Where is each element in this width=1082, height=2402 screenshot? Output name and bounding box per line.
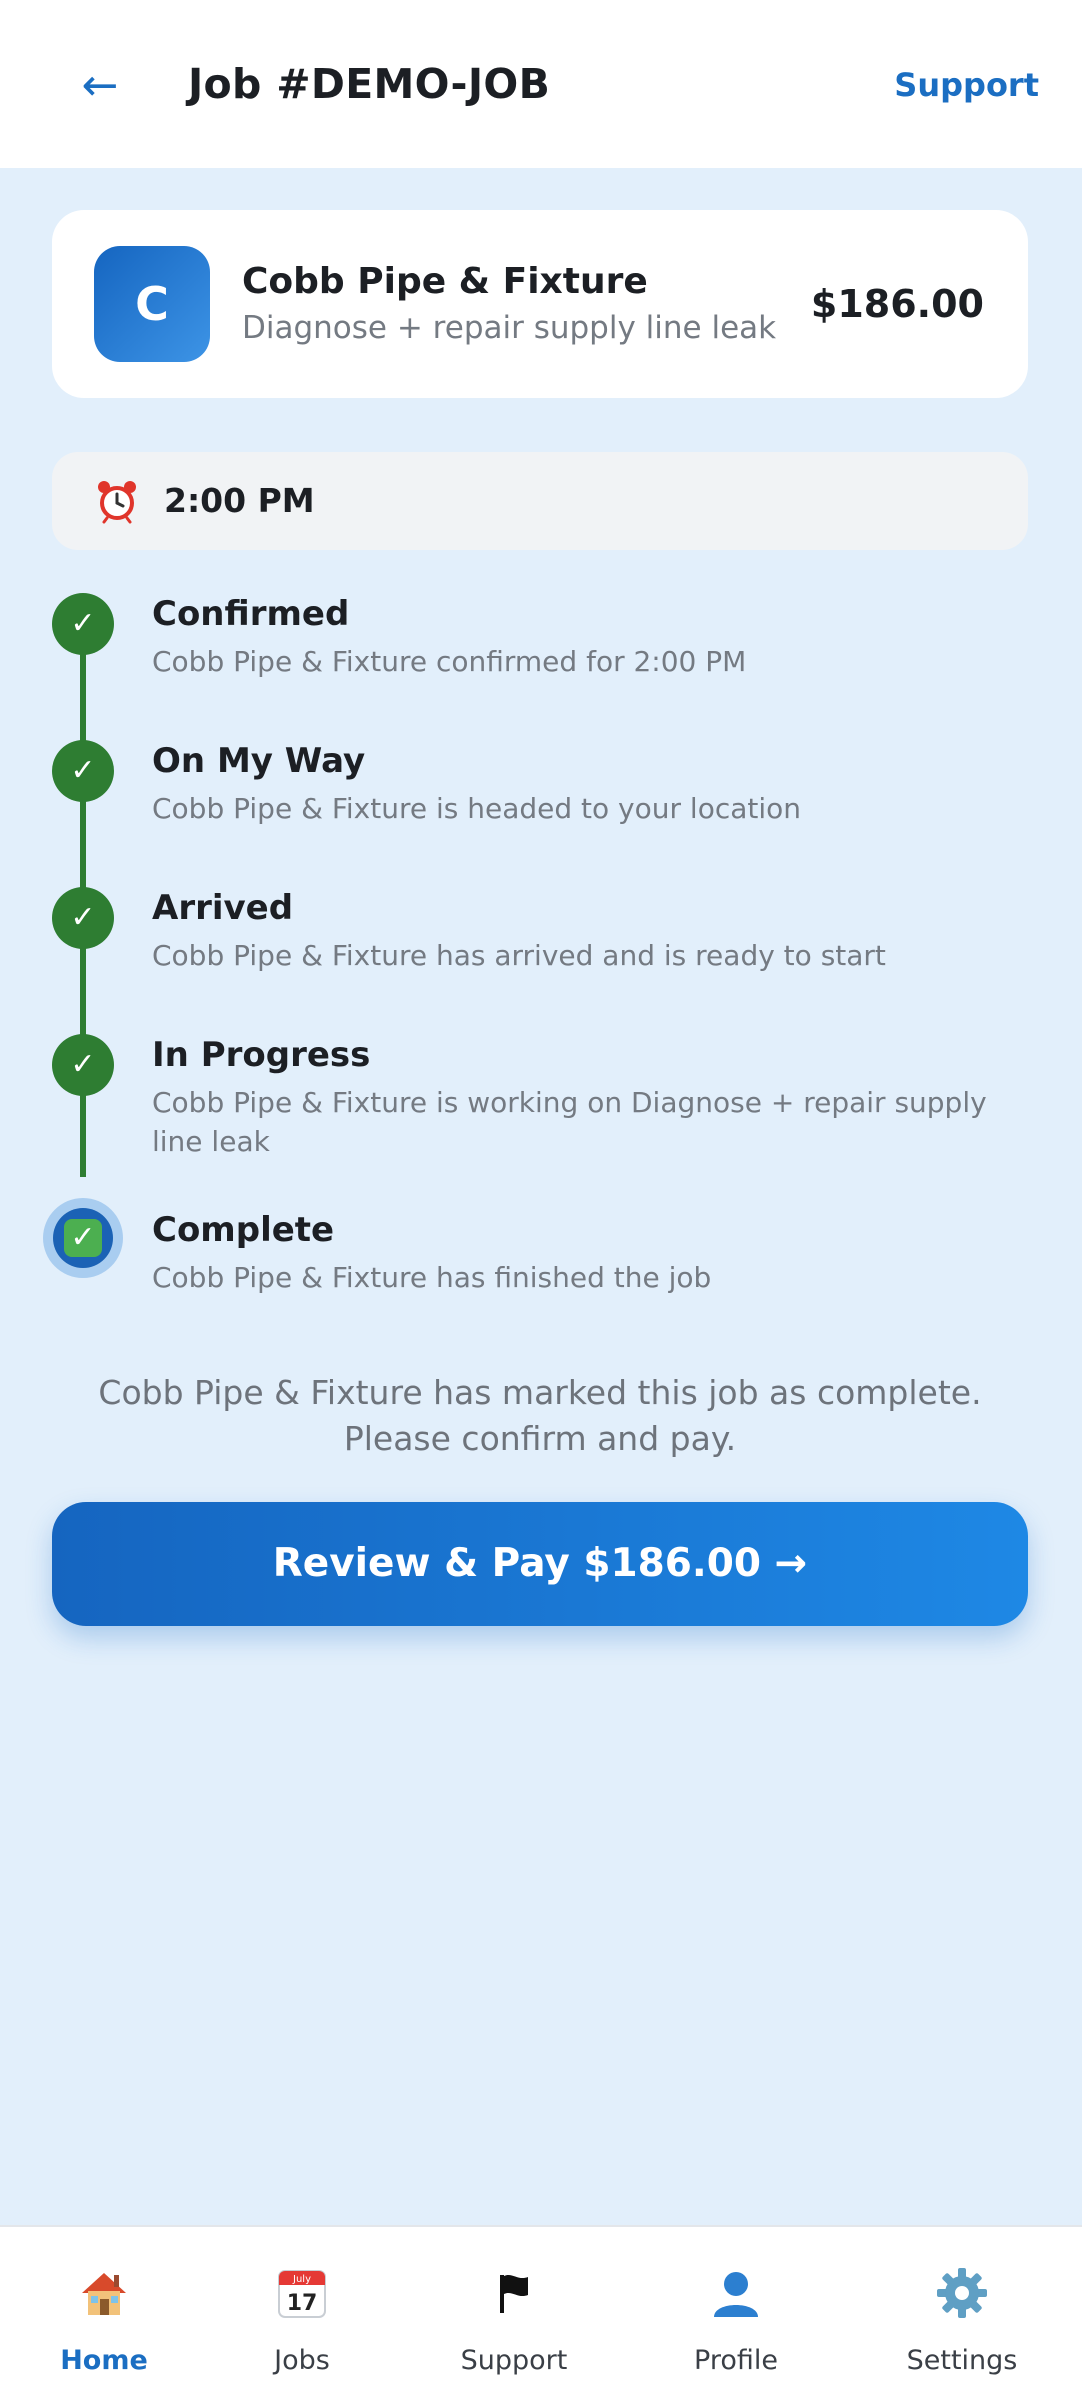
scheduled-time-pill: 2:00 PM xyxy=(52,452,1028,550)
nav-label: Profile xyxy=(694,2345,778,2376)
timeline-step-desc: Cobb Pipe & Fixture confirmed for 2:00 P… xyxy=(152,645,747,678)
timeline-connector xyxy=(80,801,86,897)
timeline-step-title: Confirmed xyxy=(152,594,350,634)
nav-item-support[interactable]: Support xyxy=(434,2227,594,2402)
flag-icon xyxy=(500,2274,528,2313)
review-and-pay-button[interactable]: Review & Pay $186.00 → xyxy=(52,1502,1028,1626)
timeline-step-desc: Cobb Pipe & Fixture is working on Diagno… xyxy=(152,1086,987,1158)
scheduled-time: 2:00 PM xyxy=(164,481,315,520)
nav-label: Support xyxy=(460,2345,568,2376)
page-title: Job #DEMO-JOB xyxy=(188,60,551,108)
job-price: $186.00 xyxy=(810,282,984,326)
person-icon xyxy=(714,2272,758,2317)
provider-avatar: C xyxy=(94,246,210,362)
timeline-step-desc: Cobb Pipe & Fixture has arrived and is r… xyxy=(152,939,886,972)
nav-item-home[interactable]: Home xyxy=(24,2227,184,2402)
app-screen: ← Job #DEMO-JOB Support C Cobb Pipe & Fi… xyxy=(0,0,1082,2402)
svg-text:17: 17 xyxy=(287,2291,318,2316)
provider-card[interactable]: C Cobb Pipe & Fixture Diagnose + repair … xyxy=(52,210,1028,398)
timeline-step-title: On My Way xyxy=(152,741,366,781)
bottom-navigation: Home July 17 Jobs Support Profile Settin… xyxy=(0,2225,1082,2402)
check-mark-icon: ✓ xyxy=(64,1219,102,1257)
step-complete-ring: ✓ xyxy=(53,1208,113,1268)
step-check-icon: ✓ xyxy=(52,887,114,949)
back-arrow-icon[interactable]: ← xyxy=(70,56,130,116)
timeline-step-desc: Cobb Pipe & Fixture is headed to your lo… xyxy=(152,792,802,825)
nav-label: Settings xyxy=(906,2345,1018,2376)
timeline-step-desc: Cobb Pipe & Fixture has finished the job xyxy=(152,1261,712,1294)
step-check-icon: ✓ xyxy=(52,1034,114,1096)
nav-item-settings[interactable]: Settings xyxy=(882,2227,1042,2402)
nav-label: Home xyxy=(60,2345,148,2376)
house-icon xyxy=(82,2273,126,2315)
gear-icon xyxy=(937,2268,987,2318)
nav-item-profile[interactable]: Profile xyxy=(656,2227,816,2402)
top-header: ← Job #DEMO-JOB Support xyxy=(0,0,1082,168)
step-check-icon: ✓ xyxy=(52,593,114,655)
timeline-step-title: Arrived xyxy=(152,888,294,928)
nav-item-jobs[interactable]: July 17 Jobs xyxy=(222,2227,382,2402)
service-description: Diagnose + repair supply line leak xyxy=(242,310,777,346)
timeline-connector xyxy=(80,1095,86,1177)
completion-message: Cobb Pipe & Fixture has marked this job … xyxy=(98,1373,982,1458)
timeline-connector xyxy=(80,948,86,1044)
timeline-step-title: In Progress xyxy=(152,1035,371,1075)
svg-text:July: July xyxy=(292,2274,311,2285)
step-check-icon: ✓ xyxy=(52,740,114,802)
calendar-icon: July 17 xyxy=(278,2270,326,2318)
timeline-step-title: Complete xyxy=(152,1210,335,1250)
nav-label: Jobs xyxy=(274,2345,330,2376)
provider-name: Cobb Pipe & Fixture xyxy=(242,261,648,302)
timeline-connector xyxy=(80,654,86,750)
step-complete-icon: ✓ xyxy=(43,1198,123,1278)
support-link[interactable]: Support xyxy=(894,60,1039,110)
alarm-clock-icon xyxy=(98,481,136,524)
